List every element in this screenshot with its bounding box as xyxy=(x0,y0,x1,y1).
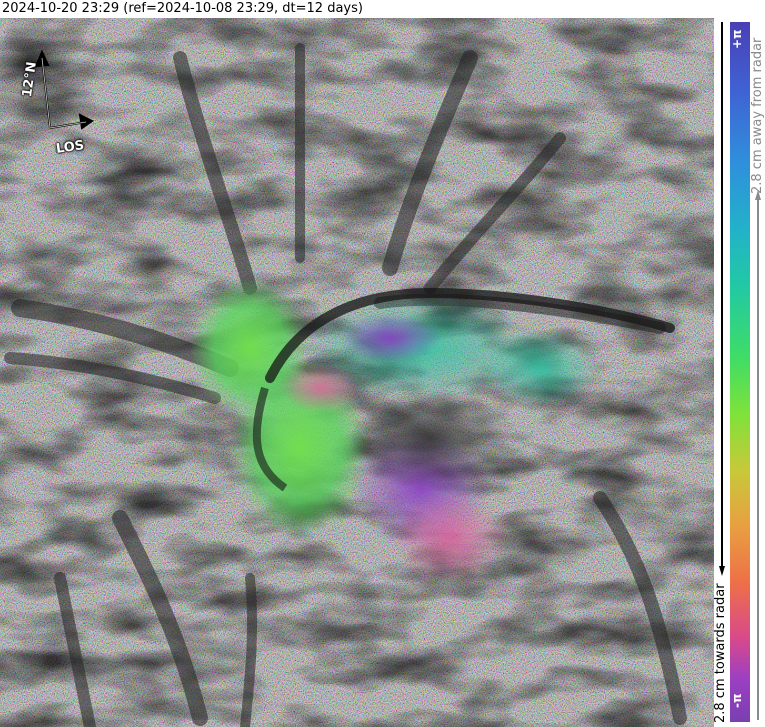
away-from-radar-label: 2.8 cm away from radar xyxy=(750,37,765,194)
colorbar-bottom-label: -π xyxy=(730,693,744,709)
colorbar-top-label: +π xyxy=(730,29,744,49)
image-title: 2024-10-20 23:29 (ref=2024-10-08 23:29, … xyxy=(2,1,363,16)
towards-arrow-icon xyxy=(719,22,725,576)
phase-colorbar xyxy=(730,22,750,722)
compass-indicator: 12°N LOS xyxy=(18,48,98,158)
towards-radar-label: 2.8 cm towards radar xyxy=(713,583,728,723)
away-arrow-icon xyxy=(755,190,761,720)
interferogram-image xyxy=(0,18,714,727)
interferogram-map: 12°N LOS xyxy=(0,18,714,727)
